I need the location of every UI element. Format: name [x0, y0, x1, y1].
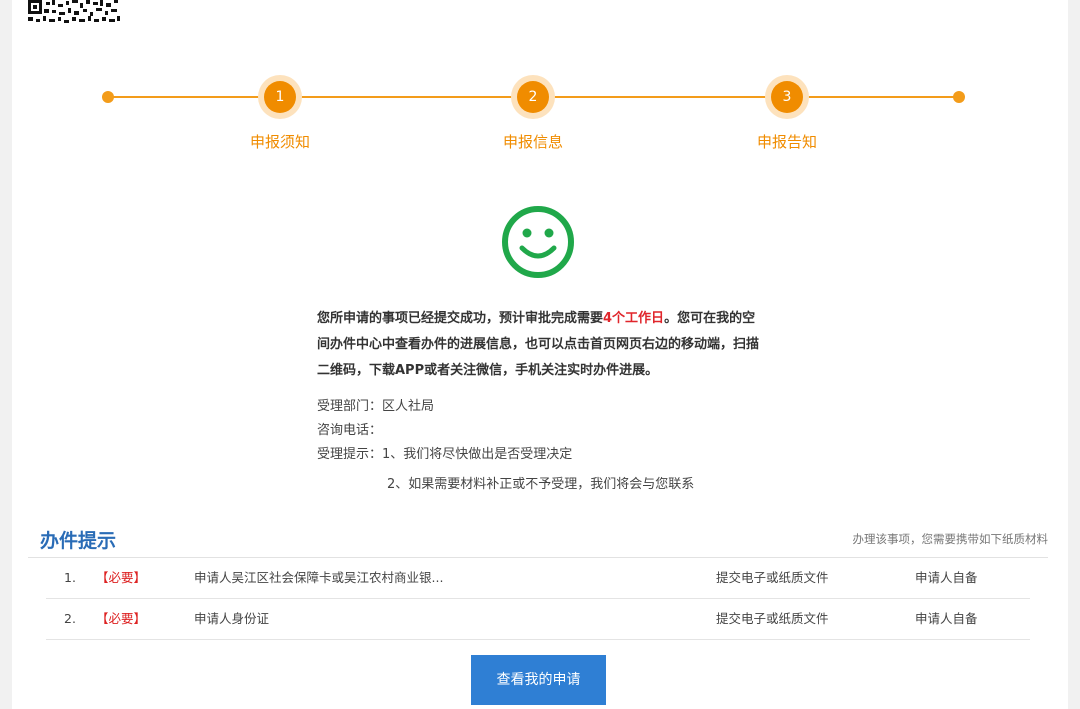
doc-number: 2.	[64, 611, 76, 626]
qr-code-icon	[28, 0, 121, 24]
list-item: 1. 【必要】 申请人吴江区社会保障卡或吴江农村商业银... 提交电子或纸质文件…	[46, 558, 1030, 599]
dept-row: 受理部门：区人社局	[317, 395, 817, 419]
step-3-label: 申报告知	[756, 133, 817, 151]
tip-1: 1、我们将尽快做出是否受理决定	[382, 447, 573, 462]
message-text-prefix: 您所申请的事项已经提交成功，预计审批完成需要	[317, 311, 604, 326]
doc-submit-type: 提交电子或纸质文件	[716, 570, 829, 585]
acceptance-info: 受理部门：区人社局 咨询电话： 受理提示：1、我们将尽快做出是否受理决定 2、如…	[317, 395, 817, 497]
step-2-marker: 2	[511, 75, 555, 119]
required-tag: 【必要】	[96, 570, 147, 585]
stepper-end-dot	[953, 91, 965, 103]
step-2-number: 2	[517, 81, 549, 113]
step-1-label: 申报须知	[249, 133, 310, 151]
doc-submit-type: 提交电子或纸质文件	[716, 611, 829, 626]
dept-value: 区人社局	[382, 399, 435, 414]
doc-name: 申请人吴江区社会保障卡或吴江农村商业银...	[194, 570, 444, 585]
step-1-marker: 1	[258, 75, 302, 119]
step-3-number: 3	[771, 81, 803, 113]
required-tag: 【必要】	[96, 611, 147, 626]
section-note: 办理该事项，您需要携带如下纸质材料	[852, 532, 1049, 546]
doc-source: 申请人自备	[915, 570, 978, 585]
step-2-label: 申报信息	[502, 133, 563, 151]
phone-row: 咨询电话：	[317, 419, 817, 443]
list-item: 2. 【必要】 申请人身份证 提交电子或纸质文件 申请人自备	[46, 599, 1030, 640]
stepper-start-dot	[102, 91, 114, 103]
submission-success-message: 您所申请的事项已经提交成功，预计审批完成需要4个工作日。您可在我的空间办件中心中…	[317, 306, 767, 384]
phone-label: 咨询电话：	[317, 423, 383, 438]
step-1-number: 1	[264, 81, 296, 113]
step-3-marker: 3	[765, 75, 809, 119]
processing-time-highlight: 4个工作日	[603, 311, 665, 326]
success-smiley-icon	[502, 206, 574, 278]
view-my-application-button[interactable]: 查看我的申请	[471, 655, 606, 705]
tip-2: 2、如果需要材料补正或不予受理，我们将会与您联系	[387, 477, 695, 492]
tips-label: 受理提示：	[317, 447, 383, 462]
doc-source: 申请人自备	[915, 611, 978, 626]
doc-name: 申请人身份证	[194, 611, 270, 626]
progress-stepper: 1 申报须知 2 申报信息 3 申报告知	[0, 70, 1080, 160]
section-title: 办件提示	[40, 530, 117, 552]
tip-2-row: 2、如果需要材料补正或不予受理，我们将会与您联系	[317, 473, 817, 497]
tips-row: 受理提示：1、我们将尽快做出是否受理决定	[317, 443, 817, 467]
doc-number: 1.	[64, 570, 76, 585]
required-documents-list: 1. 【必要】 申请人吴江区社会保障卡或吴江农村商业银... 提交电子或纸质文件…	[46, 558, 1030, 640]
dept-label: 受理部门：	[317, 399, 383, 414]
